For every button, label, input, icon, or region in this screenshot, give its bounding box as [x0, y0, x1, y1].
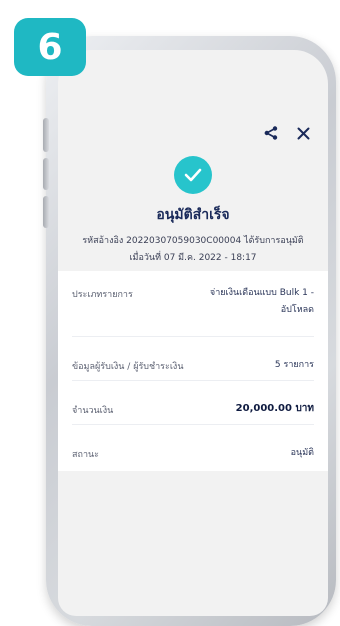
reference-info: รหัสอ้างอิง 20220307059030C00004 ได้รับก… — [68, 233, 318, 267]
success-check-icon — [174, 156, 212, 194]
detail-row-payees: ข้อมูลผู้รับเงิน / ผู้รับชำระเงิน 5 รายก… — [72, 337, 314, 381]
phone-screen: อนุมัติสำเร็จ รหัสอ้างอิง 20220307059030… — [58, 50, 328, 616]
detail-label: ข้อมูลผู้รับเงิน / ผู้รับชำระเงิน — [72, 362, 184, 372]
detail-value: 5 รายการ — [274, 360, 314, 370]
detail-value-line: อัปโหลด — [280, 305, 314, 315]
reference-line: รหัสอ้างอิง 20220307059030C00004 ได้รับก… — [82, 236, 304, 246]
detail-value: จ่ายเงินเดือนแบบ Bulk 1 - อัปโหลด — [210, 285, 314, 316]
detail-label: จำนวนเงิน — [72, 406, 114, 416]
detail-label: ประเภทรายการ — [72, 290, 133, 300]
phone-side-button — [43, 158, 49, 190]
transaction-details: ประเภทรายการ จ่ายเงินเดือนแบบ Bulk 1 - อ… — [58, 271, 328, 471]
step-number: 6 — [37, 26, 63, 68]
approval-date-line: เมื่อวันที่ 07 มี.ค. 2022 - 18:17 — [129, 253, 257, 263]
detail-row-amount: จำนวนเงิน 20,000.00 บาท — [72, 381, 314, 425]
detail-row-type: ประเภทรายการ จ่ายเงินเดือนแบบ Bulk 1 - อ… — [72, 271, 314, 337]
share-icon[interactable] — [262, 124, 280, 142]
detail-value: อนุมัติ — [290, 448, 314, 458]
detail-value: 20,000.00 บาท — [235, 403, 314, 414]
detail-value-line: จ่ายเงินเดือนแบบ Bulk 1 - — [209, 288, 314, 298]
phone-side-button — [43, 118, 49, 152]
result-title: อนุมัติสำเร็จ — [156, 207, 230, 223]
detail-row-status: สถานะ อนุมัติ — [72, 425, 314, 469]
detail-label: สถานะ — [72, 450, 99, 460]
phone-side-button — [43, 196, 49, 228]
top-toolbar — [262, 124, 312, 142]
step-number-badge: 6 — [14, 18, 86, 76]
close-icon[interactable] — [294, 124, 312, 142]
